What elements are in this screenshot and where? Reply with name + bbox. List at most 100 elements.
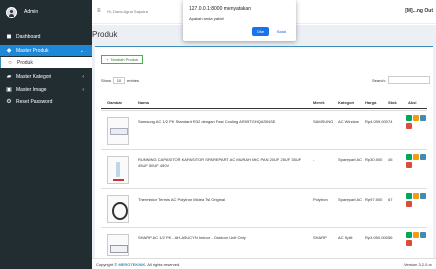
image-icon: ▣ bbox=[6, 86, 12, 93]
product-brand: Polytron bbox=[313, 197, 328, 202]
gear-icon: ⚙ bbox=[6, 98, 12, 105]
sidebar-item-master-image[interactable]: ▣ Master Image ‹ bbox=[0, 84, 92, 95]
edit-icon[interactable] bbox=[413, 115, 419, 121]
view-icon[interactable] bbox=[406, 154, 412, 160]
header-gambar[interactable]: Gambar bbox=[107, 100, 122, 105]
product-brand: - bbox=[313, 157, 315, 162]
header-harga[interactable]: Harga bbox=[365, 100, 376, 105]
username: Admin bbox=[24, 9, 39, 15]
search-input[interactable] bbox=[388, 76, 430, 84]
image-icon[interactable] bbox=[420, 154, 426, 160]
edit-icon[interactable] bbox=[413, 232, 419, 238]
table-row: Samsung AC 1/2 PK Standard R32 dengan Fa… bbox=[101, 110, 427, 149]
dialog-title: 127.0.0.1:8000 menyatakan bbox=[189, 6, 251, 12]
sidebar-item-label: Dashboard bbox=[16, 33, 41, 40]
product-price: Rp3.050.000 bbox=[365, 235, 388, 240]
entries-select[interactable]: 10 bbox=[113, 77, 126, 84]
sidebar-item-produk[interactable]: ○ Produk bbox=[0, 57, 92, 68]
brand-link[interactable]: MEROTEKNIK bbox=[118, 262, 145, 267]
page-title: Produk bbox=[92, 30, 118, 39]
product-stock: 45 bbox=[388, 157, 393, 162]
product-name: SHARP AC 1/2 PK - AH-A5UCYN Indoor - Out… bbox=[138, 235, 246, 240]
version: Version 3.2.0-rc bbox=[403, 262, 432, 267]
product-image bbox=[107, 195, 129, 223]
header-nama[interactable]: Nama bbox=[138, 100, 149, 105]
product-image bbox=[107, 117, 129, 145]
header-aksi[interactable]: Aksi bbox=[408, 100, 416, 105]
chevron-left-icon: ‹ bbox=[82, 73, 84, 80]
user-panel: Admin bbox=[0, 0, 92, 24]
delete-icon[interactable] bbox=[406, 162, 412, 168]
cancel-button[interactable]: Batal bbox=[273, 27, 290, 36]
product-price: Rp4.099.000 bbox=[365, 119, 388, 124]
image-icon[interactable] bbox=[420, 115, 426, 121]
sidebar-item-label: Master Produk bbox=[16, 47, 49, 54]
product-price: Rp30.500 bbox=[365, 157, 383, 162]
view-icon[interactable] bbox=[406, 115, 412, 121]
ok-button[interactable]: Oke bbox=[252, 27, 269, 36]
edit-icon[interactable] bbox=[413, 154, 419, 160]
product-name: Samsung AC 1/2 PK Standard R32 dengan Fa… bbox=[138, 119, 276, 124]
chevron-left-icon: ‹ bbox=[82, 86, 84, 93]
product-stock: 74 bbox=[388, 119, 393, 124]
copyright: Copyright © MEROTEKNIK. All rights reser… bbox=[96, 262, 180, 267]
rights-text: . All rights reserved. bbox=[145, 262, 181, 267]
product-image bbox=[107, 156, 129, 184]
sidebar-item-dashboard[interactable]: ◼ Dashboard bbox=[0, 31, 92, 42]
add-product-label: Tambah Produk bbox=[110, 57, 139, 62]
image-icon[interactable] bbox=[420, 232, 426, 238]
table-header: Gambar Nama Merek Kategori Harga Stok Ak… bbox=[101, 97, 427, 109]
product-brand: SAMSUNG bbox=[313, 119, 334, 124]
product-category: Sparepart AC bbox=[338, 157, 363, 162]
produk-panel: + Tambah Produk Show 10 entries Search: … bbox=[95, 46, 433, 262]
header-kategori[interactable]: Kategori bbox=[338, 100, 354, 105]
folder-icon: ▰ bbox=[6, 73, 12, 80]
add-product-button[interactable]: + Tambah Produk bbox=[101, 55, 144, 64]
product-brand: SHARP bbox=[313, 235, 327, 240]
delete-icon[interactable] bbox=[406, 123, 412, 129]
delete-icon[interactable] bbox=[406, 240, 412, 246]
sidebar-item-master-produk[interactable]: ◆ Master Produk ⌄ bbox=[0, 45, 92, 56]
row-actions bbox=[406, 154, 428, 169]
confirm-dialog: 127.0.0.1:8000 menyatakan Apakah anda ya… bbox=[183, 0, 296, 41]
product-category: AC Window bbox=[338, 119, 359, 124]
header-merek[interactable]: Merek bbox=[313, 100, 325, 105]
entries-label: entries bbox=[127, 78, 140, 83]
product-stock: 67 bbox=[388, 197, 393, 202]
table-row: SHARP AC 1/2 PK - AH-A5UCYN Indoor - Out… bbox=[101, 227, 427, 257]
chevron-down-icon: ⌄ bbox=[79, 47, 84, 54]
product-name: Thermistor Termis AC Polytron Midea Tsl … bbox=[138, 197, 225, 202]
user-avatar-icon bbox=[6, 6, 17, 18]
view-icon[interactable] bbox=[406, 193, 412, 199]
sidebar-item-reset-password[interactable]: ⚙ Reset Password bbox=[0, 96, 92, 107]
header-stok[interactable]: Stok bbox=[388, 100, 397, 105]
product-category: AC Split bbox=[338, 235, 353, 240]
product-name: RUNNING CAPASITOR KAPASITOR SPAREPART AC… bbox=[138, 157, 302, 168]
sidebar: Admin ◼ Dashboard ◆ Master Produk ⌄ ○ Pr… bbox=[0, 0, 92, 269]
show-label: Show bbox=[101, 78, 112, 83]
main-content: Produk + Tambah Produk Show 10 entries S… bbox=[92, 25, 436, 269]
dialog-message: Apakah anda yakin! bbox=[189, 16, 225, 21]
product-price: Rp97.500 bbox=[365, 197, 383, 202]
plus-icon: + bbox=[106, 57, 109, 62]
logout-link[interactable]: [M]...ng Out bbox=[405, 8, 433, 14]
sidebar-item-master-kategori[interactable]: ▰ Master Kategori ‹ bbox=[0, 71, 92, 82]
dashboard-icon: ◼ bbox=[6, 33, 12, 40]
product-category: Sparepart AC bbox=[338, 197, 363, 202]
row-actions bbox=[406, 115, 428, 130]
image-icon[interactable] bbox=[420, 193, 426, 199]
row-actions bbox=[406, 193, 428, 208]
greeting: Hi, Dana Agna Saputra bbox=[107, 9, 148, 14]
menu-icon[interactable]: ≡ bbox=[97, 8, 101, 14]
circle-icon: ○ bbox=[8, 59, 12, 66]
row-actions bbox=[406, 232, 428, 247]
product-image bbox=[107, 234, 129, 256]
search-label: Search: bbox=[372, 78, 386, 83]
sidebar-item-label: Produk bbox=[17, 59, 33, 66]
edit-icon[interactable] bbox=[413, 193, 419, 199]
product-stock: 56 bbox=[388, 235, 393, 240]
table-row: RUNNING CAPASITOR KAPASITOR SPAREPART AC… bbox=[101, 149, 427, 188]
delete-icon[interactable] bbox=[406, 201, 412, 207]
view-icon[interactable] bbox=[406, 232, 412, 238]
cube-icon: ◆ bbox=[6, 47, 12, 54]
